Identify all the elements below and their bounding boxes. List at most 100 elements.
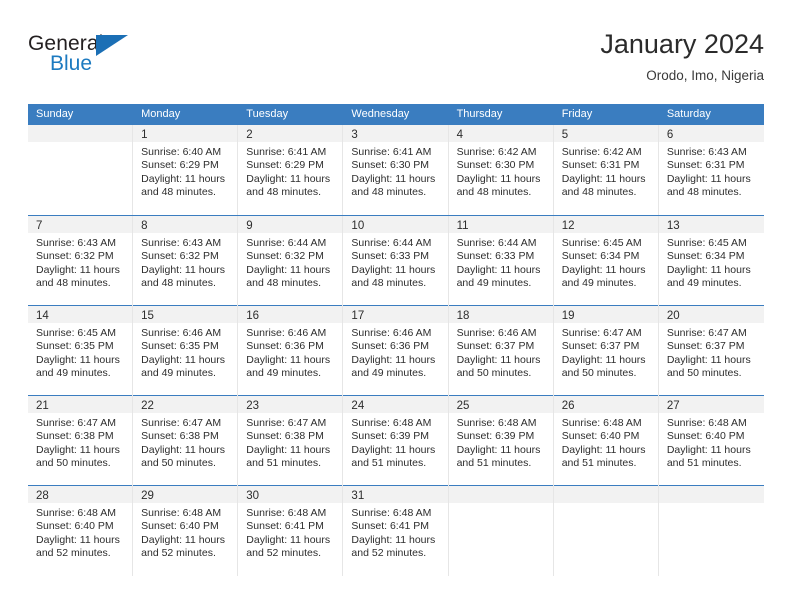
weekday-header-thursday: Thursday <box>456 108 503 120</box>
daylight-text-line2: and 49 minutes. <box>456 277 532 290</box>
daylight-text-line2: and 52 minutes. <box>351 547 427 560</box>
sunset-text: Sunset: 6:37 PM <box>456 340 535 353</box>
calendar-day-cell[interactable]: 31 Sunrise: 6:48 AM Sunset: 6:41 PM Dayligh… <box>343 486 449 576</box>
daylight-text-line2: and 49 minutes. <box>246 367 321 380</box>
day-info: Sunrise: 6:45 AM Sunset: 6:35 PM Daylight:… <box>28 323 132 381</box>
sunrise-text: Sunrise: 6:48 AM <box>666 417 747 429</box>
sunrise-text: Sunrise: 6:43 AM <box>141 237 222 249</box>
daylight-text-line1: Daylight: 11 hours <box>36 263 120 276</box>
calendar-week-row: 7 Sunrise: 6:43 AM Sunset: 6:32 PM Daylight… <box>28 215 764 306</box>
day-number: 12 <box>561 220 575 232</box>
calendar-day-cell[interactable]: 3 Sunrise: 6:41 AM Sunset: 6:30 PM Daylight… <box>343 125 449 215</box>
calendar-week-row: 1 Sunrise: 6:40 AM Sunset: 6:29 PM Daylight… <box>28 125 764 215</box>
sunset-text: Sunset: 6:33 PM <box>456 250 535 263</box>
day-number: 11 <box>456 220 469 232</box>
calendar-day-cell[interactable]: 4 Sunrise: 6:42 AM Sunset: 6:30 PM Daylight… <box>448 125 554 215</box>
sunset-text: Sunset: 6:38 PM <box>141 430 219 443</box>
calendar-day-cell[interactable]: 20 Sunrise: 6:47 AM Sunset: 6:37 PM Dayligh… <box>658 306 764 396</box>
daylight-text-line2: and 49 minutes. <box>141 367 216 380</box>
day-info: Sunrise: 6:47 AM Sunset: 6:38 PM Daylight:… <box>28 413 132 471</box>
daylight-text-line1: Daylight: 11 hours <box>246 533 331 546</box>
day-number: 14 <box>36 310 49 322</box>
calendar-day-cell[interactable]: 2 Sunrise: 6:41 AM Sunset: 6:29 PM Daylight… <box>238 125 344 215</box>
daylight-text-line2: and 51 minutes. <box>456 457 532 470</box>
calendar-day-cell[interactable]: 28 Sunrise: 6:48 AM Sunset: 6:40 PM Dayligh… <box>28 486 134 576</box>
day-info: Sunrise: 6:48 AM Sunset: 6:40 PM Daylight:… <box>133 503 237 561</box>
day-number-band: 14 <box>28 306 133 323</box>
sunset-text: Sunset: 6:33 PM <box>351 250 430 263</box>
day-number-band <box>28 125 133 142</box>
calendar-day-cell[interactable]: 7 Sunrise: 6:43 AM Sunset: 6:32 PM Daylight… <box>28 216 134 306</box>
calendar-day-cell-empty <box>553 486 659 576</box>
day-info: Sunrise: 6:42 AM Sunset: 6:30 PM Daylight:… <box>449 142 553 200</box>
day-info: Sunrise: 6:40 AM Sunset: 6:29 PM Daylight:… <box>133 142 237 200</box>
calendar-day-cell[interactable]: 5 Sunrise: 6:42 AM Sunset: 6:31 PM Daylight… <box>553 125 659 215</box>
sunset-text: Sunset: 6:41 PM <box>246 520 324 533</box>
sunset-text: Sunset: 6:32 PM <box>36 250 114 263</box>
sunrise-text: Sunrise: 6:48 AM <box>351 417 432 429</box>
day-number: 20 <box>666 310 680 322</box>
calendar-day-cell-empty <box>658 486 764 576</box>
day-number-band: 21 <box>28 396 133 413</box>
calendar-day-cell[interactable]: 21 Sunrise: 6:47 AM Sunset: 6:38 PM Dayligh… <box>28 396 134 486</box>
sunrise-text: Sunrise: 6:47 AM <box>561 327 642 339</box>
sunrise-text: Sunrise: 6:45 AM <box>666 237 747 249</box>
daylight-text-line1: Daylight: 11 hours <box>456 353 541 366</box>
sunrise-text: Sunrise: 6:45 AM <box>561 237 642 249</box>
daylight-text-line2: and 49 minutes. <box>36 367 111 380</box>
daylight-text-line1: Daylight: 11 hours <box>351 443 436 456</box>
sunset-text: Sunset: 6:40 PM <box>666 430 745 443</box>
calendar-day-cell[interactable]: 12 Sunrise: 6:45 AM Sunset: 6:34 PM Dayligh… <box>553 216 659 306</box>
day-number-band <box>658 486 764 503</box>
sunrise-text: Sunrise: 6:48 AM <box>351 507 432 519</box>
calendar-day-cell-empty <box>448 486 554 576</box>
calendar-day-cell[interactable]: 11 Sunrise: 6:44 AM Sunset: 6:33 PM Dayligh… <box>448 216 554 306</box>
calendar-day-cell[interactable]: 16 Sunrise: 6:46 AM Sunset: 6:36 PM Dayligh… <box>238 306 344 396</box>
day-info: Sunrise: 6:43 AM Sunset: 6:32 PM Daylight:… <box>28 233 132 291</box>
calendar-day-cell[interactable]: 18 Sunrise: 6:46 AM Sunset: 6:37 PM Dayligh… <box>448 306 554 396</box>
day-number: 8 <box>141 220 148 232</box>
calendar-day-cell[interactable]: 26 Sunrise: 6:48 AM Sunset: 6:40 PM Dayligh… <box>553 396 659 486</box>
sunset-text: Sunset: 6:35 PM <box>36 340 114 353</box>
calendar-day-cell[interactable]: 15 Sunrise: 6:46 AM Sunset: 6:35 PM Dayligh… <box>133 306 239 396</box>
day-number: 4 <box>456 129 463 141</box>
calendar-day-cell[interactable]: 6 Sunrise: 6:43 AM Sunset: 6:31 PM Daylight… <box>658 125 764 215</box>
day-number: 31 <box>351 490 365 502</box>
calendar-day-cell[interactable]: 25 Sunrise: 6:48 AM Sunset: 6:39 PM Dayligh… <box>448 396 554 486</box>
calendar-day-cell[interactable]: 14 Sunrise: 6:45 AM Sunset: 6:35 PM Dayligh… <box>28 306 134 396</box>
calendar-day-cell[interactable]: 30 Sunrise: 6:48 AM Sunset: 6:41 PM Dayligh… <box>238 486 344 576</box>
weekday-header-tuesday: Tuesday <box>246 108 289 120</box>
sunrise-text: Sunrise: 6:48 AM <box>246 507 327 519</box>
calendar-day-cell[interactable]: 1 Sunrise: 6:40 AM Sunset: 6:29 PM Daylight… <box>133 125 239 215</box>
calendar-day-cell[interactable]: 8 Sunrise: 6:43 AM Sunset: 6:32 PM Daylight… <box>133 216 239 306</box>
calendar-day-cell[interactable]: 23 Sunrise: 6:47 AM Sunset: 6:38 PM Dayligh… <box>238 396 344 486</box>
sunset-text: Sunset: 6:37 PM <box>666 340 745 353</box>
sunrise-text: Sunrise: 6:48 AM <box>36 507 116 519</box>
day-info: Sunrise: 6:48 AM Sunset: 6:41 PM Daylight:… <box>343 503 447 561</box>
sunset-text: Sunset: 6:39 PM <box>351 430 430 443</box>
calendar-day-cell[interactable]: 10 Sunrise: 6:44 AM Sunset: 6:33 PM Dayligh… <box>343 216 449 306</box>
brand-logo[interactable]: General Blue <box>28 28 140 84</box>
day-info: Sunrise: 6:48 AM Sunset: 6:41 PM Daylight:… <box>238 503 342 561</box>
calendar-day-cell[interactable]: 27 Sunrise: 6:48 AM Sunset: 6:40 PM Dayligh… <box>658 396 764 486</box>
daylight-text-line1: Daylight: 11 hours <box>246 263 331 276</box>
day-number-band <box>553 486 658 503</box>
day-number-band: 9 <box>238 216 343 233</box>
sunrise-text: Sunrise: 6:46 AM <box>246 327 327 339</box>
calendar-day-cell[interactable]: 9 Sunrise: 6:44 AM Sunset: 6:32 PM Daylight… <box>238 216 344 306</box>
daylight-text-line1: Daylight: 11 hours <box>456 172 541 185</box>
calendar-day-cell[interactable]: 22 Sunrise: 6:47 AM Sunset: 6:38 PM Dayligh… <box>133 396 239 486</box>
daylight-text-line2: and 48 minutes. <box>351 277 427 290</box>
day-number-band: 22 <box>133 396 238 413</box>
daylight-text-line1: Daylight: 11 hours <box>351 263 436 276</box>
calendar-day-cell[interactable]: 17 Sunrise: 6:46 AM Sunset: 6:36 PM Dayligh… <box>343 306 449 396</box>
day-number-band: 8 <box>133 216 238 233</box>
calendar-day-cell[interactable]: 13 Sunrise: 6:45 AM Sunset: 6:34 PM Dayligh… <box>658 216 764 306</box>
calendar-day-cell[interactable]: 24 Sunrise: 6:48 AM Sunset: 6:39 PM Dayligh… <box>343 396 449 486</box>
calendar-day-cell[interactable]: 29 Sunrise: 6:48 AM Sunset: 6:40 PM Dayligh… <box>133 486 239 576</box>
sunrise-text: Sunrise: 6:48 AM <box>456 417 537 429</box>
calendar-day-cell[interactable]: 19 Sunrise: 6:47 AM Sunset: 6:37 PM Dayligh… <box>553 306 659 396</box>
blue-triangle-logo-icon <box>96 35 128 56</box>
sunrise-text: Sunrise: 6:46 AM <box>141 327 222 339</box>
sunset-text: Sunset: 6:36 PM <box>351 340 430 353</box>
